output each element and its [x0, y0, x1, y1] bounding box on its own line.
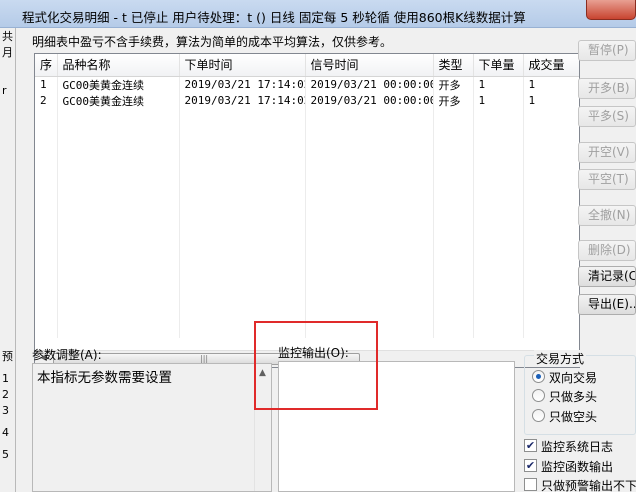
strip-char: 5: [2, 448, 9, 461]
close-long-button[interactable]: 平多(S): [578, 106, 636, 127]
cell-fill-qty: 1: [523, 92, 579, 109]
column-header-signal-time[interactable]: 信号时间: [305, 54, 434, 77]
column-header-fill-qty[interactable]: 成交量: [523, 54, 579, 77]
cell-name: GC00美黄金连续: [57, 76, 180, 93]
params-text: 本指标无参数需要设置: [37, 370, 172, 386]
strip-char: r: [2, 84, 7, 97]
delete-button[interactable]: 删除(D): [578, 240, 636, 261]
strip-char: 2: [2, 388, 9, 401]
trade-mode-title: 交易方式: [534, 350, 587, 367]
export-button[interactable]: 导出(E)...: [578, 294, 636, 315]
window-title: 程式化交易明细 - t 已停止 用户待处理：t () 日线 固定每 5 秒轮循 …: [22, 10, 526, 25]
dialog-body: 明细表中盈亏不含手续费，算法为简单的成本平均算法，仅供参考。 序 品种名称 下单…: [16, 28, 636, 492]
cell-order-qty: 1: [473, 76, 524, 93]
cell-seq: 1: [35, 76, 58, 93]
background-window-strip: 共 月 r 预 1 2 3 4 5: [0, 28, 16, 492]
strip-char: 4: [2, 426, 9, 439]
radio-label: 双向交易: [549, 371, 598, 385]
checkbox-label: 监控系统日志: [541, 440, 614, 454]
strip-char: 共: [2, 30, 13, 43]
strip-char: 1: [2, 372, 9, 385]
close-short-button[interactable]: 平空(T): [578, 169, 636, 190]
cell-type: 开多: [433, 92, 474, 109]
strip-char: 月: [2, 46, 13, 59]
radio-label: 只做多头: [549, 390, 598, 404]
cell-order-qty: 1: [473, 92, 524, 109]
column-header-seq[interactable]: 序: [35, 54, 58, 77]
column-header-order-qty[interactable]: 下单量: [473, 54, 524, 77]
checkbox-label: 监控函数输出: [541, 460, 614, 474]
pause-button[interactable]: 暂停(P): [578, 40, 636, 61]
disclaimer-note: 明细表中盈亏不含手续费，算法为简单的成本平均算法，仅供参考。: [32, 35, 393, 49]
cell-signal-time: 2019/03/21 00:00:00: [305, 76, 434, 93]
checkbox-icon[interactable]: [524, 478, 537, 491]
cell-seq: 2: [35, 92, 58, 109]
grip-icon: |||: [200, 354, 209, 363]
radio-icon[interactable]: [532, 409, 545, 422]
column-header-type[interactable]: 类型: [433, 54, 474, 77]
checkbox-checked-icon[interactable]: ✔: [524, 439, 537, 452]
params-vertical-scrollbar[interactable]: ▲: [254, 364, 271, 491]
scroll-up-icon[interactable]: ▲: [259, 368, 266, 378]
params-textarea[interactable]: 本指标无参数需要设置 ▲: [32, 363, 272, 492]
radio-label: 只做空头: [549, 410, 598, 424]
table-row[interactable]: 2 GC00美黄金连续 2019/03/21 17:14:02 2019/03/…: [35, 92, 579, 109]
trade-detail-table[interactable]: 序 品种名称 下单时间 信号时间 类型 下单量 成交量 1 GC00美黄金连续 …: [34, 53, 580, 368]
radio-selected-icon[interactable]: [532, 370, 545, 383]
close-all-button[interactable]: 全撤(N): [578, 205, 636, 226]
title-bar: 程式化交易明细 - t 已停止 用户待处理：t () 日线 固定每 5 秒轮循 …: [0, 0, 636, 28]
column-header-order-time[interactable]: 下单时间: [179, 54, 306, 77]
column-header-name[interactable]: 品种名称: [57, 54, 180, 77]
open-long-button[interactable]: 开多(B): [578, 78, 636, 99]
cell-order-time: 2019/03/21 17:14:02: [179, 76, 306, 93]
strip-char: 3: [2, 404, 9, 417]
params-label: 参数调整(A):: [32, 348, 102, 362]
radio-icon[interactable]: [532, 389, 545, 402]
cell-type: 开多: [433, 76, 474, 93]
cell-order-time: 2019/03/21 17:14:02: [179, 92, 306, 109]
table-empty-area: [35, 108, 579, 338]
open-short-button[interactable]: 开空(V): [578, 142, 636, 163]
monitor-label: 监控输出(O):: [278, 346, 349, 360]
clear-records-button[interactable]: 清记录(C): [578, 266, 636, 287]
strip-char: 预: [2, 350, 13, 363]
table-header-row: 序 品种名称 下单时间 信号时间 类型 下单量 成交量: [35, 54, 579, 77]
table-row[interactable]: 1 GC00美黄金连续 2019/03/21 17:14:02 2019/03/…: [35, 76, 579, 93]
monitor-output-box[interactable]: [278, 361, 515, 492]
cell-signal-time: 2019/03/21 00:00:00: [305, 92, 434, 109]
checkbox-checked-icon[interactable]: ✔: [524, 459, 537, 472]
cell-name: GC00美黄金连续: [57, 92, 180, 109]
checkbox-label: 只做预警输出不下单: [541, 479, 636, 492]
close-button[interactable]: [586, 0, 636, 20]
cell-fill-qty: 1: [523, 76, 579, 93]
